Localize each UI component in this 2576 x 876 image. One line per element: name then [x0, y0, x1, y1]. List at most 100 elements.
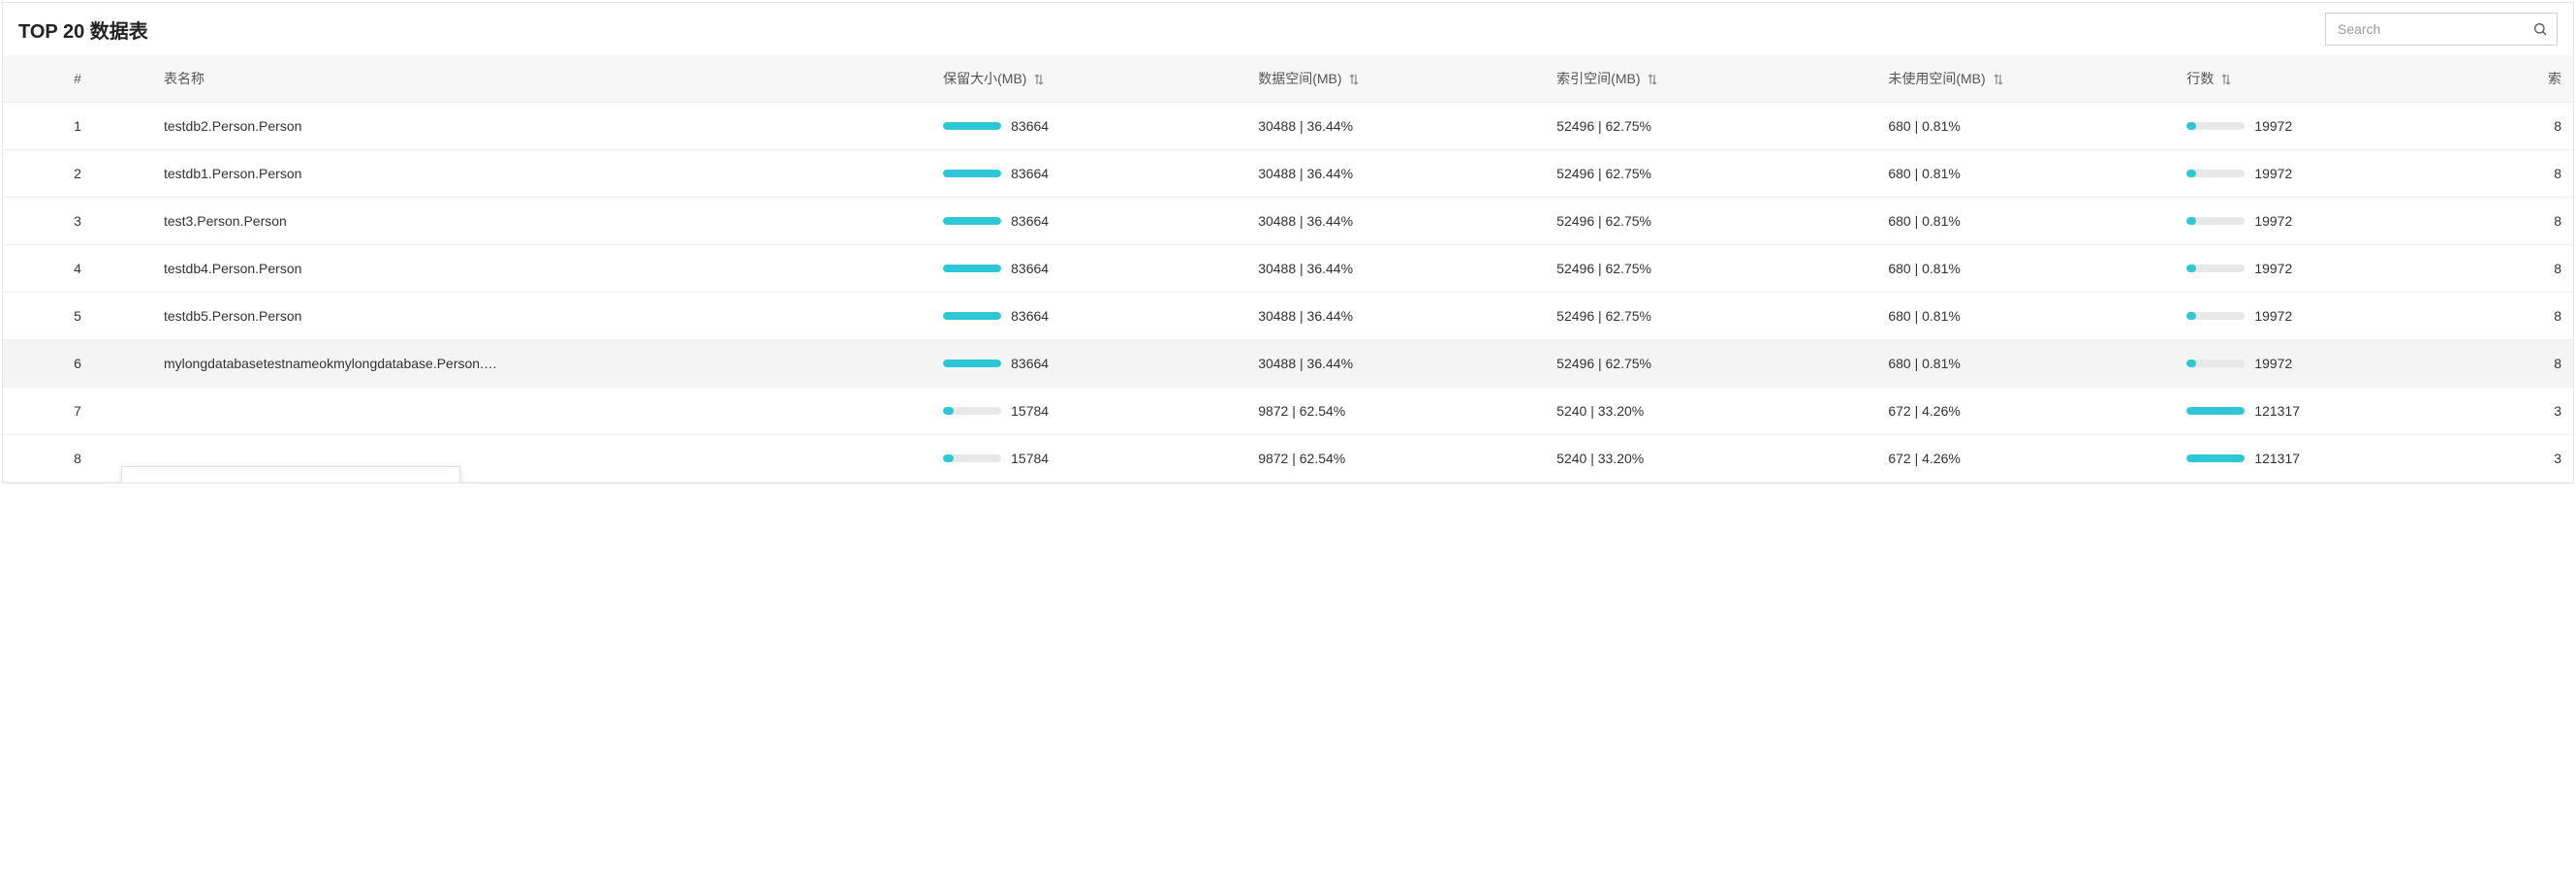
cell-unused-space: 680 | 0.81% — [1876, 150, 2175, 198]
col-header-unused-space[interactable]: 未使用空间(MB) — [1876, 55, 2175, 103]
cell-reserved: 83664 — [931, 103, 1246, 150]
sort-icon — [1648, 74, 1657, 85]
table-row[interactable]: 5 testdb5.Person.Person 83664 30488 | 36… — [3, 293, 2573, 340]
cell-data-space: 30488 | 36.44% — [1246, 340, 1545, 388]
cell-index-space: 5240 | 33.20% — [1545, 388, 1876, 435]
col-header-table-name[interactable]: 表名称 — [152, 55, 931, 103]
cell-index-space: 52496 | 62.75% — [1545, 293, 1876, 340]
cell-row-count: 19972 — [2175, 293, 2473, 340]
cell-row-count: 19972 — [2175, 340, 2473, 388]
cell-data-space: 30488 | 36.44% — [1246, 245, 1545, 293]
cell-data-space: 9872 | 62.54% — [1246, 435, 1545, 483]
cell-truncated: 8 — [2473, 198, 2573, 245]
progress-bar — [943, 360, 1001, 367]
cell-index-space: 52496 | 62.75% — [1545, 150, 1876, 198]
cell-index: 1 — [3, 103, 152, 150]
progress-bar — [943, 265, 1001, 272]
cell-index: 7 — [3, 388, 152, 435]
progress-bar — [943, 122, 1001, 130]
progress-bar — [2186, 454, 2245, 462]
cell-reserved: 15784 — [931, 388, 1246, 435]
progress-bar — [943, 170, 1001, 177]
cell-unused-space: 680 | 0.81% — [1876, 103, 2175, 150]
table-row[interactable]: 4 testdb4.Person.Person 83664 30488 | 36… — [3, 245, 2573, 293]
progress-bar — [943, 217, 1001, 225]
cell-truncated: 8 — [2473, 293, 2573, 340]
cell-reserved: 83664 — [931, 293, 1246, 340]
cell-row-count: 121317 — [2175, 388, 2473, 435]
cell-row-count: 19972 — [2175, 150, 2473, 198]
cell-unused-space: 680 | 0.81% — [1876, 293, 2175, 340]
cell-table-name — [152, 388, 931, 435]
cell-unused-space: 680 | 0.81% — [1876, 245, 2175, 293]
cell-index-space: 52496 | 62.75% — [1545, 198, 1876, 245]
cell-truncated: 3 — [2473, 388, 2573, 435]
progress-bar — [943, 407, 1001, 415]
search-icon[interactable] — [2532, 21, 2548, 37]
sort-icon — [2221, 74, 2231, 85]
progress-bar — [2186, 122, 2245, 130]
table-row[interactable]: 7 15784 9872 | 62.54% 5240 | 33.20% 672 … — [3, 388, 2573, 435]
sort-icon — [1349, 74, 1359, 85]
cell-truncated: 8 — [2473, 103, 2573, 150]
search-container — [2325, 13, 2558, 46]
cell-index-space: 5240 | 33.20% — [1545, 435, 1876, 483]
cell-table-name: testdb4.Person.Person — [152, 245, 931, 293]
progress-bar — [2186, 170, 2245, 177]
col-header-index-space[interactable]: 索引空间(MB) — [1545, 55, 1876, 103]
table-name-tooltip: mylongdatabasetestnameokmylongdatabase.P… — [121, 466, 460, 483]
data-table: # 表名称 保留大小(MB) 数据空间(MB) 索引空间(MB) — [3, 55, 2573, 483]
cell-index: 6 — [3, 340, 152, 388]
cell-index-space: 52496 | 62.75% — [1545, 340, 1876, 388]
progress-bar — [943, 312, 1001, 320]
cell-reserved: 15784 — [931, 435, 1246, 483]
top-tables-panel: TOP 20 数据表 # 表名称 保留大小(MB) 数据空间(MB — [2, 2, 2574, 484]
col-header-truncated[interactable]: 索 — [2473, 55, 2573, 103]
col-header-reserved[interactable]: 保留大小(MB) — [931, 55, 1246, 103]
cell-reserved: 83664 — [931, 198, 1246, 245]
cell-index: 2 — [3, 150, 152, 198]
cell-unused-space: 672 | 4.26% — [1876, 388, 2175, 435]
col-header-row-count[interactable]: 行数 — [2175, 55, 2473, 103]
cell-data-space: 30488 | 36.44% — [1246, 150, 1545, 198]
cell-unused-space: 680 | 0.81% — [1876, 340, 2175, 388]
col-header-data-space[interactable]: 数据空间(MB) — [1246, 55, 1545, 103]
cell-data-space: 30488 | 36.44% — [1246, 198, 1545, 245]
cell-unused-space: 680 | 0.81% — [1876, 198, 2175, 245]
cell-table-name: mylongdatabasetestnameokmylongdatabase.P… — [152, 340, 931, 388]
cell-index: 3 — [3, 198, 152, 245]
cell-row-count: 121317 — [2175, 435, 2473, 483]
cell-reserved: 83664 — [931, 245, 1246, 293]
cell-data-space: 9872 | 62.54% — [1246, 388, 1545, 435]
table-row[interactable]: 1 testdb2.Person.Person 83664 30488 | 36… — [3, 103, 2573, 150]
cell-truncated: 8 — [2473, 340, 2573, 388]
table-header-row: # 表名称 保留大小(MB) 数据空间(MB) 索引空间(MB) — [3, 55, 2573, 103]
table-row[interactable]: 6 mylongdatabasetestnameokmylongdatabase… — [3, 340, 2573, 388]
progress-bar — [2186, 407, 2245, 415]
cell-table-name: test3.Person.Person — [152, 198, 931, 245]
progress-bar — [2186, 265, 2245, 272]
sort-icon — [1034, 74, 1044, 85]
cell-table-name: testdb5.Person.Person — [152, 293, 931, 340]
cell-table-name: testdb1.Person.Person — [152, 150, 931, 198]
col-header-index[interactable]: # — [3, 55, 152, 103]
cell-table-name: testdb2.Person.Person — [152, 103, 931, 150]
cell-truncated: 3 — [2473, 435, 2573, 483]
progress-bar — [2186, 217, 2245, 225]
cell-truncated: 8 — [2473, 150, 2573, 198]
cell-data-space: 30488 | 36.44% — [1246, 293, 1545, 340]
cell-unused-space: 672 | 4.26% — [1876, 435, 2175, 483]
cell-reserved: 83664 — [931, 150, 1246, 198]
cell-index-space: 52496 | 62.75% — [1545, 245, 1876, 293]
cell-index-space: 52496 | 62.75% — [1545, 103, 1876, 150]
cell-index: 5 — [3, 293, 152, 340]
cell-row-count: 19972 — [2175, 103, 2473, 150]
sort-icon — [1994, 74, 2003, 85]
cell-data-space: 30488 | 36.44% — [1246, 103, 1545, 150]
table-row[interactable]: 3 test3.Person.Person 83664 30488 | 36.4… — [3, 198, 2573, 245]
search-input[interactable] — [2325, 13, 2558, 46]
panel-title: TOP 20 数据表 — [18, 16, 148, 44]
table-row[interactable]: 2 testdb1.Person.Person 83664 30488 | 36… — [3, 150, 2573, 198]
cell-reserved: 83664 — [931, 340, 1246, 388]
cell-row-count: 19972 — [2175, 245, 2473, 293]
